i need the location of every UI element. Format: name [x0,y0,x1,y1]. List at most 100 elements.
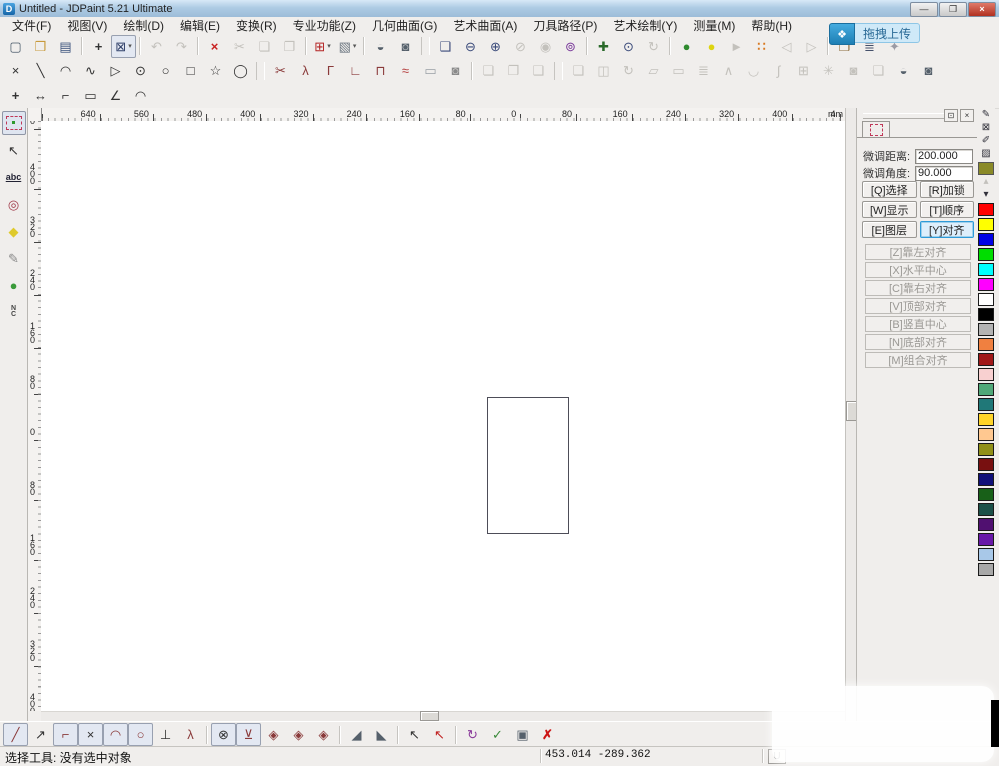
color-swatch[interactable] [978,203,994,216]
panel-button-order[interactable]: [T]顺序 [920,201,975,218]
panel-button-select[interactable]: [Q]选择 [862,181,917,198]
measure-point-button[interactable]: + [3,84,28,107]
align-button-group-align[interactable]: [M]组合对齐 [865,352,971,368]
color-swatch[interactable] [978,383,994,396]
align-button-align-left[interactable]: [Z]靠左对齐 [865,244,971,260]
light-shaded-button[interactable]: ● [699,35,724,58]
material-preview-button[interactable]: ◙ [916,59,941,82]
color-swatch[interactable] [978,458,994,471]
redo-button[interactable]: ↷ [169,35,194,58]
pen-color[interactable]: ✎ [978,108,994,121]
menu-item-help[interactable]: 帮助(H) [743,16,800,35]
panel-grip-handle[interactable] [863,113,945,119]
menu-item-art-draw[interactable]: 艺术绘制(Y) [605,16,685,35]
delete-button[interactable]: × [202,35,227,58]
light-wireframe-button[interactable]: ● [674,35,699,58]
nest-button[interactable]: ◙ [841,59,866,82]
nudge-distance-field[interactable]: 200.000 [915,149,973,164]
cplane-xz-button[interactable]: ◈ [286,723,311,746]
snap-node-button[interactable]: ⊻ [236,723,261,746]
align-button-h-center[interactable]: [X]水平中心 [865,262,971,278]
horizontal-scrollbar-thumb[interactable] [420,711,439,721]
snap-quadrant-button[interactable]: ○ [128,723,153,746]
cut-button[interactable]: ✂ [227,35,252,58]
color-swatch[interactable] [978,338,994,351]
view-mode-button[interactable]: ▧▾ [335,35,360,58]
panel-button-align[interactable]: [Y]对齐 [920,221,975,238]
corner-join-button[interactable]: Γ [318,59,343,82]
horizontal-scrollbar[interactable] [41,711,845,721]
pan-view-button[interactable]: ✚ [591,35,616,58]
text-tool[interactable]: abc [2,165,26,189]
export-box-button[interactable]: ▣ [510,723,535,746]
color-swatch[interactable] [978,473,994,486]
menu-item-transform[interactable]: 变换(R) [228,16,285,35]
new-file-button[interactable]: ▢ [3,35,28,58]
panel-close-button[interactable]: × [960,109,974,122]
color-swatch[interactable] [978,323,994,336]
copy-button[interactable]: ❏ [252,35,277,58]
rotate-nudge-button[interactable]: ↻ [460,723,485,746]
wrap-arc-button[interactable]: ◡ [741,59,766,82]
menu-item-geometry-surface[interactable]: 几何曲面(G) [364,16,445,35]
color-swatch[interactable] [978,428,994,441]
rotate-copy-button[interactable]: ↻ [616,59,641,82]
chevron-down-icon[interactable]: ▾ [128,42,132,50]
grid-array-button[interactable]: ⊞ [791,59,816,82]
draw-rectangle-button[interactable]: □ [178,59,203,82]
color-swatch[interactable] [978,503,994,516]
abort-button[interactable]: ✗ [535,723,560,746]
snap-center-button[interactable]: ⊗ [211,723,236,746]
draw-polyline-button[interactable]: ▷ [103,59,128,82]
color-swatch[interactable] [978,278,994,291]
surface-shaded-button[interactable]: ◙ [393,35,418,58]
fillet-button[interactable]: ≈ [393,59,418,82]
draw-line-button[interactable]: ╲ [28,59,53,82]
profile-transform-tool[interactable]: ◎ [2,192,26,216]
trim-button[interactable]: ✂ [268,59,293,82]
measure-angle-button[interactable]: ∠ [103,84,128,107]
color-swatch[interactable] [978,488,994,501]
snap-tangent-button[interactable]: λ [178,723,203,746]
nudge-angle-field[interactable]: 90.000 [915,166,973,181]
curve-fit-button[interactable]: ∫ [766,59,791,82]
snap-nearest-button[interactable]: ↗ [28,723,53,746]
color-swatch[interactable] [978,293,994,306]
nc-tool[interactable]: N C [2,300,26,324]
restore-button[interactable]: ❐ [939,2,967,17]
scroll-down[interactable]: ▾ [978,188,994,201]
draw-star-button[interactable]: ☆ [203,59,228,82]
save-file-button[interactable]: ▤ [53,35,78,58]
pick-frame-tool-button[interactable]: ⊠▾ [111,35,136,58]
drawing-canvas[interactable] [41,121,845,711]
pick-clear-button[interactable]: ↖ [402,723,427,746]
align-button-align-right[interactable]: [C]靠右对齐 [865,280,971,296]
offset-contour-button[interactable]: ⊓ [368,59,393,82]
nudge-tool-button[interactable]: + [86,35,111,58]
color-swatch[interactable] [978,548,994,561]
view-back-button[interactable]: ◁ [774,35,799,58]
distribute-button[interactable]: ≣ [691,59,716,82]
menu-item-file[interactable]: 文件(F) [4,16,59,35]
select-tool[interactable] [2,111,26,135]
paste-button[interactable]: ❐ [277,35,302,58]
drag-upload-badge[interactable]: ❖ 拖拽上传 [829,23,920,43]
tab-selection[interactable] [862,121,890,138]
combine-b-button[interactable]: ❐ [501,59,526,82]
flatten-ellipse-button[interactable]: ▭ [418,59,443,82]
zoom-out-button[interactable]: ⊖ [458,35,483,58]
chevron-down-icon[interactable]: ▾ [327,42,331,50]
zoom-previous-button[interactable]: ⊘ [508,35,533,58]
panel-button-lock[interactable]: [R]加锁 [920,181,975,198]
menu-item-view[interactable]: 视图(V) [59,16,115,35]
current-color[interactable] [978,162,994,175]
origin-marker-button[interactable]: ⊞▾ [310,35,335,58]
color-swatch[interactable] [978,533,994,546]
stretch-button[interactable]: ▭ [666,59,691,82]
cplane-yz-button[interactable]: ◈ [311,723,336,746]
no-fill[interactable]: ⊠ [978,121,994,134]
color-swatch[interactable] [978,563,994,576]
drawn-rectangle-shape[interactable] [487,397,569,534]
view-forward-button[interactable]: ▷ [799,35,824,58]
hatch-fill[interactable]: ▨ [978,147,994,160]
